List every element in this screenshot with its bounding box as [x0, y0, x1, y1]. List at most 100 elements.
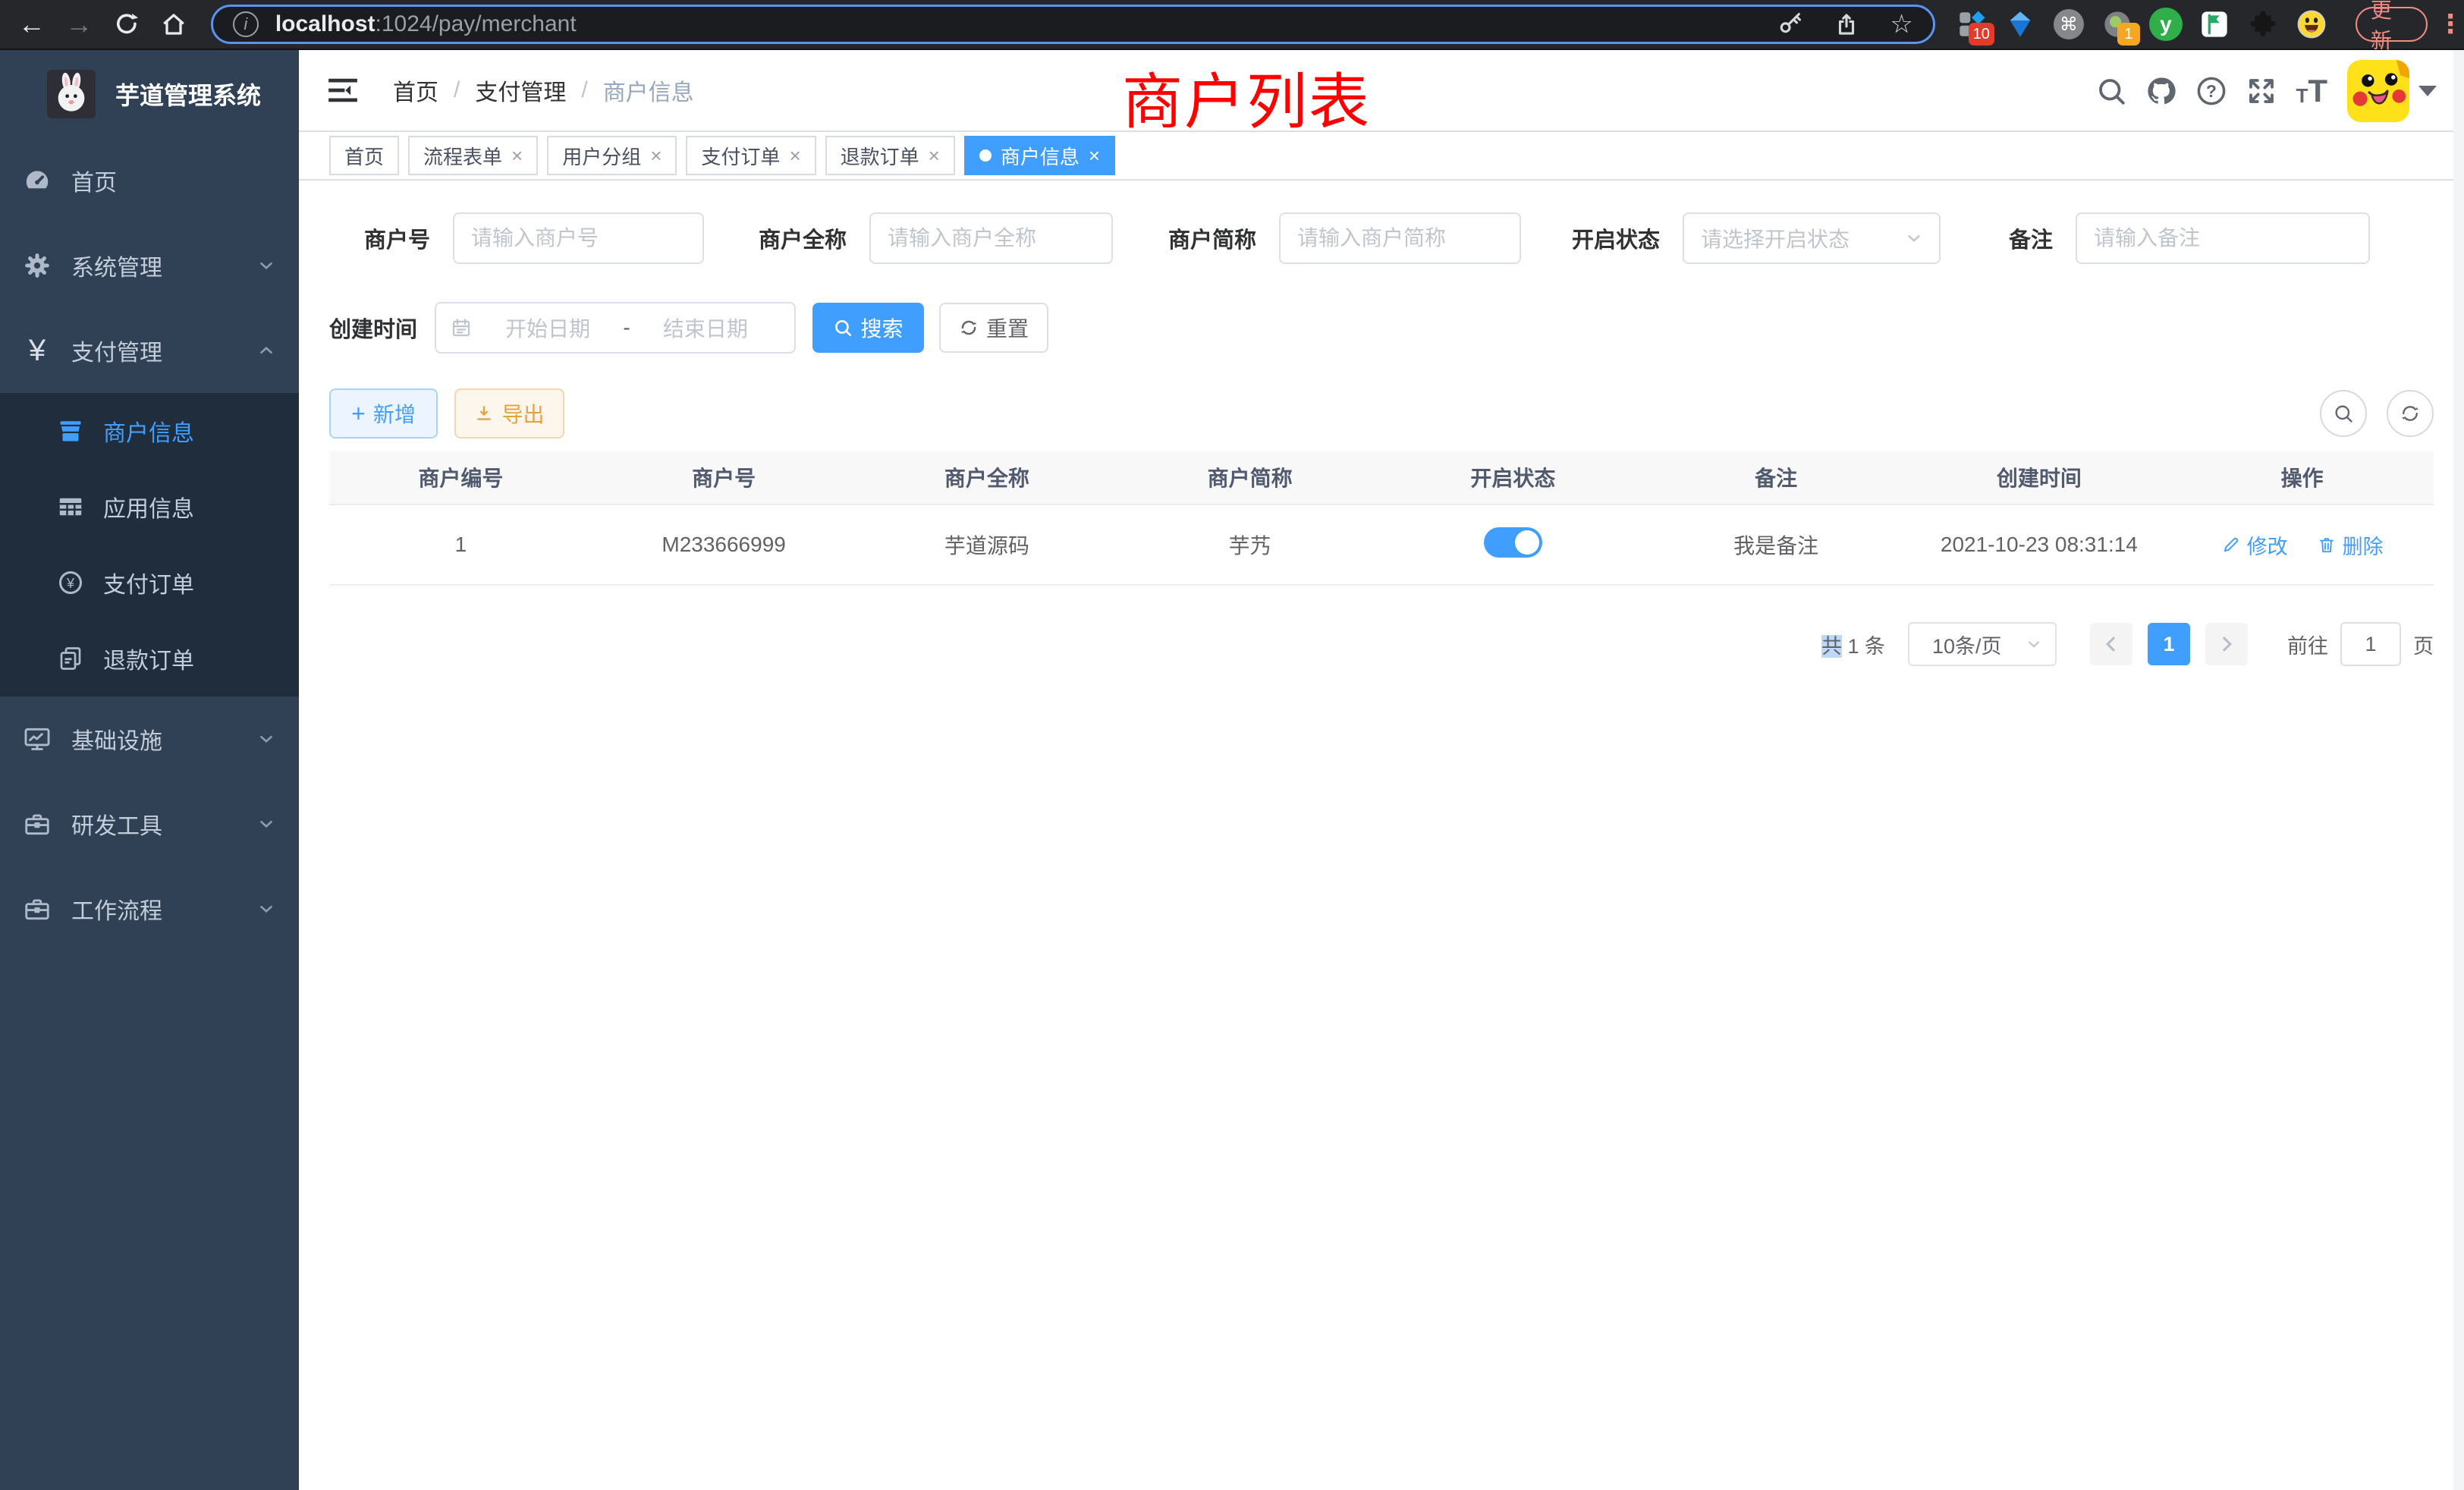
search-button[interactable]: 搜索	[812, 303, 924, 353]
goto-page-input[interactable]	[2340, 622, 2401, 666]
sidebar-item-pay-order[interactable]: ¥ 支付订单	[0, 545, 299, 621]
sidebar-item-label: 系统管理	[71, 249, 162, 282]
refresh-table-button[interactable]	[2387, 390, 2434, 437]
close-icon[interactable]: ×	[650, 146, 662, 165]
extension-grid-icon[interactable]: 10	[1955, 8, 1988, 41]
browser-back-button[interactable]: ←	[11, 3, 52, 46]
merchant-no-input[interactable]	[453, 212, 704, 264]
extension-flag-icon[interactable]	[2198, 8, 2231, 41]
filter-label: 商户号	[329, 222, 453, 254]
column-header: 开启状态	[1381, 451, 1645, 505]
cell-full-name: 芋道源码	[856, 505, 1119, 585]
password-key-icon[interactable]	[1777, 11, 1803, 37]
close-icon[interactable]: ×	[511, 146, 523, 165]
short-name-input[interactable]	[1279, 212, 1521, 264]
sidebar-item-dev-tools[interactable]: 研发工具	[0, 781, 299, 866]
sidebar-item-workflow[interactable]: 工作流程	[0, 866, 299, 951]
avatar-caret-down-icon[interactable]	[2418, 86, 2437, 96]
browser-reload-button[interactable]	[105, 3, 147, 46]
filter-label: 商户全称	[704, 222, 869, 254]
active-dot	[979, 149, 992, 162]
total-suffix: 条	[1865, 635, 1885, 658]
browser-update-button[interactable]: 更新	[2356, 7, 2428, 42]
sidebar-item-refund-order[interactable]: 退款订单	[0, 621, 299, 696]
delete-link[interactable]: 删除	[2317, 530, 2384, 560]
extension-command-icon[interactable]: ⌘	[2052, 8, 2085, 41]
end-date-placeholder: 结束日期	[630, 313, 781, 343]
prev-page-button[interactable]	[2090, 623, 2132, 665]
font-size-icon[interactable]: TT	[2296, 77, 2327, 105]
breadcrumb-home[interactable]: 首页	[393, 74, 438, 107]
tab-home[interactable]: 首页	[329, 136, 399, 175]
browser-home-button[interactable]	[152, 3, 194, 46]
navbar-actions: ? TT	[2095, 50, 2437, 132]
user-avatar[interactable]	[2347, 60, 2409, 122]
page-scrollbar[interactable]	[2453, 50, 2464, 1490]
sidebar-item-home[interactable]: 首页	[0, 138, 299, 223]
status-select[interactable]: 请选择开启状态	[1683, 212, 1941, 264]
reset-button[interactable]: 重置	[939, 303, 1048, 353]
sidebar-collapse-icon[interactable]	[326, 74, 360, 107]
extension-profile-icon[interactable]: 1	[2101, 8, 2134, 41]
tab-user-group[interactable]: 用户分组×	[547, 136, 677, 175]
tab-pay-order[interactable]: 支付订单×	[686, 136, 816, 175]
sidebar-item-app-info[interactable]: 应用信息	[0, 469, 299, 545]
tab-refund-order[interactable]: 退款订单×	[825, 136, 955, 175]
edit-pencil-icon	[2221, 535, 2241, 555]
export-button[interactable]: 导出	[454, 388, 564, 439]
store-icon	[55, 417, 86, 445]
sidebar-item-label: 基础设施	[71, 722, 162, 756]
close-icon[interactable]: ×	[789, 146, 800, 165]
status-toggle[interactable]	[1484, 527, 1542, 558]
edit-label: 修改	[2247, 530, 2288, 560]
column-header: 备注	[1645, 451, 1908, 505]
url-host: localhost	[275, 11, 376, 36]
tab-merchant-info[interactable]: 商户信息×	[964, 136, 1115, 175]
sidebar-item-pay[interactable]: ¥ 支付管理	[0, 308, 299, 393]
remark-input[interactable]	[2076, 212, 2370, 264]
browser-menu-icon[interactable]: ⋮	[2437, 9, 2464, 39]
select-placeholder: 请选择开启状态	[1701, 223, 1850, 253]
sidebar-item-system[interactable]: 系统管理	[0, 223, 299, 308]
gear-icon	[20, 251, 55, 280]
trash-icon	[2317, 535, 2337, 555]
extension-gem-icon[interactable]	[2004, 8, 2037, 41]
toggle-search-button[interactable]	[2320, 390, 2367, 437]
page-number-button[interactable]: 1	[2148, 623, 2190, 665]
extension-emoji-icon[interactable]	[2295, 8, 2328, 41]
close-icon[interactable]: ×	[929, 146, 940, 165]
sidebar-item-infra[interactable]: 基础设施	[0, 696, 299, 781]
page-annotation-title: 商户列表	[1122, 53, 1371, 141]
cell-remark: 我是备注	[1645, 505, 1908, 585]
site-info-icon[interactable]: i	[233, 11, 259, 37]
goto-unit: 页	[2413, 630, 2434, 659]
add-button[interactable]: + 新增	[329, 388, 438, 439]
browser-forward-button[interactable]: →	[58, 3, 99, 46]
page-size-select[interactable]: 10条/页	[1908, 622, 2057, 666]
next-page-button[interactable]	[2205, 623, 2248, 665]
sidebar-item-label: 支付管理	[71, 334, 162, 367]
edit-link[interactable]: 修改	[2221, 530, 2288, 560]
address-bar[interactable]: i localhost:1024/pay/merchant ☆	[211, 5, 1935, 44]
extensions-puzzle-icon[interactable]	[2246, 8, 2280, 41]
dots-glyph: ⋮	[2437, 10, 2463, 39]
sidebar-item-merchant-info[interactable]: 商户信息	[0, 393, 299, 469]
breadcrumb-current: 商户信息	[603, 74, 694, 107]
create-time-range-picker[interactable]: 开始日期 - 结束日期	[435, 302, 796, 354]
breadcrumb-pay[interactable]: 支付管理	[475, 74, 566, 107]
browser-toolbar: ← → i localhost:1024/pay/merchant ☆	[0, 0, 2464, 50]
pagination-total: 共 1 条	[1821, 630, 1885, 659]
url-path: :1024/pay/merchant	[376, 11, 577, 36]
fullscreen-icon[interactable]	[2246, 75, 2277, 107]
cell-merchant-id: 1	[329, 505, 592, 585]
full-name-input[interactable]	[869, 212, 1113, 264]
search-icon[interactable]	[2095, 75, 2127, 107]
help-icon[interactable]: ?	[2195, 75, 2227, 107]
briefcase-icon	[20, 894, 55, 923]
tab-process-form[interactable]: 流程表单×	[408, 136, 538, 175]
github-icon[interactable]	[2145, 75, 2177, 107]
share-icon[interactable]	[1834, 11, 1859, 37]
extension-y-icon[interactable]: y	[2149, 8, 2183, 41]
close-icon[interactable]: ×	[1089, 146, 1100, 165]
bookmark-star-icon[interactable]: ☆	[1890, 9, 1912, 39]
